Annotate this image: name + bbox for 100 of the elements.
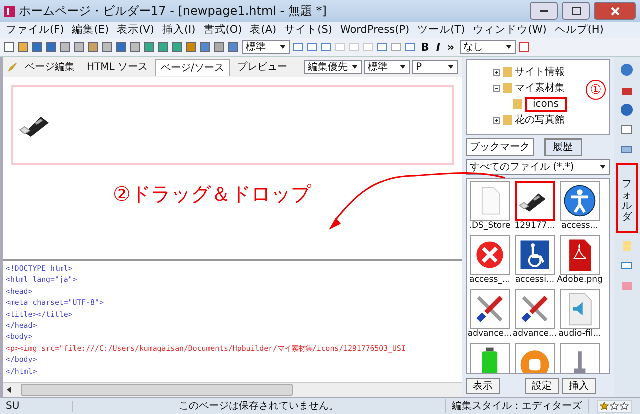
collapse-icon[interactable] [493, 84, 500, 92]
wrench-screwdriver-icon [522, 296, 548, 322]
toolbar-icon[interactable] [60, 42, 71, 52]
caret-icon [600, 165, 606, 169]
toolbar-icon[interactable] [228, 42, 239, 52]
wheelchair-sign-icon [520, 240, 550, 270]
maximize-button[interactable] [562, 2, 590, 20]
editor-select[interactable]: 標準 [364, 60, 410, 74]
status-message: このページは保存されていません。 [73, 399, 446, 413]
folder-side-tab[interactable]: フォルダ [616, 163, 638, 233]
toolbar-icon[interactable] [46, 42, 57, 52]
caret-icon [400, 65, 406, 69]
app-icon [4, 6, 15, 16]
toolbar-icon[interactable] [293, 42, 304, 52]
file-name: access_... [470, 275, 510, 287]
editor-select[interactable]: P [412, 60, 458, 74]
status-edit-style: 編集スタイル：エディターズ [446, 399, 589, 413]
file-name: access... [562, 221, 598, 233]
menu-item[interactable]: 表示(V) [117, 23, 154, 37]
tree-item[interactable]: サイト情報 [515, 65, 565, 79]
wrench-screwdriver-icon [476, 296, 504, 322]
status-mode: SU [0, 400, 73, 412]
editor-tab[interactable]: ページ/ソース [155, 58, 230, 76]
panel-tab[interactable]: 履歴 [544, 138, 582, 156]
toolbar-icon[interactable] [74, 42, 85, 52]
menu-item[interactable]: 編集(E) [72, 23, 110, 37]
toolbar-icon[interactable] [200, 42, 211, 52]
toolbar-icon[interactable] [321, 42, 332, 52]
file-thumbnail[interactable] [470, 343, 510, 373]
file-thumbnail[interactable] [515, 289, 555, 329]
toolbar-icon[interactable] [377, 42, 388, 52]
file-thumbnail[interactable] [470, 235, 510, 275]
panel-tab[interactable]: ブックマーク [466, 138, 534, 156]
toolbar-icon[interactable] [518, 42, 530, 52]
editor-select[interactable]: 編集優先 [304, 60, 362, 74]
format-button[interactable]: B [419, 40, 432, 54]
menu-item[interactable]: ウィンドウ(W) [473, 23, 547, 37]
editor-tab[interactable]: プレビュー [232, 59, 292, 75]
pencil-icon [7, 62, 18, 72]
file-name: advance... [512, 329, 558, 341]
menu-item[interactable]: ファイル(F) [6, 23, 64, 37]
tree-item[interactable]: icons [525, 96, 567, 112]
annotation-label: ②ドラッグ＆ドロップ [113, 181, 311, 208]
tree-item[interactable]: 花の写真館 [515, 113, 565, 127]
close-button[interactable] [594, 2, 636, 20]
close-icon [610, 6, 620, 16]
class-select[interactable]: なし [460, 40, 516, 54]
menu-item[interactable]: ツール(T) [418, 23, 466, 37]
panel-button[interactable]: 挿入 [562, 378, 596, 394]
usb-drive-icon [19, 117, 49, 137]
toolbar-icon[interactable] [130, 42, 141, 52]
format-button[interactable]: » [445, 40, 457, 54]
menu-item[interactable]: ヘルプ(H) [554, 23, 604, 37]
menu-item[interactable]: サイト(S) [284, 23, 332, 37]
file-thumbnail[interactable] [560, 343, 600, 373]
file-thumbnail[interactable] [560, 235, 600, 275]
file-thumbnail[interactable] [470, 181, 510, 221]
editor-tab[interactable]: ページ編集 [20, 59, 80, 75]
panel-button[interactable]: 設定 [525, 378, 559, 394]
panel-button[interactable]: 表示 [466, 378, 500, 394]
toolbar-icon[interactable] [214, 42, 225, 52]
menu-item[interactable]: 挿入(I) [162, 23, 196, 37]
toolbar-icon[interactable] [18, 42, 29, 52]
toolbar-icon[interactable] [144, 42, 155, 52]
expand-icon[interactable] [493, 116, 500, 124]
usb-drive-icon [518, 194, 546, 212]
toolbar-icon[interactable] [307, 42, 318, 52]
toolbar-icon[interactable] [102, 42, 113, 52]
scroll-left-icon[interactable] [7, 387, 11, 393]
file-thumbnail[interactable] [470, 289, 510, 329]
caret-icon [280, 45, 286, 49]
tree-item[interactable]: マイ素材集 [515, 81, 565, 95]
file-thumbnail[interactable] [560, 181, 600, 221]
speaker-file-icon [569, 293, 592, 326]
file-filter-select[interactable]: すべてのファイル (*.*) [466, 159, 610, 175]
toolbar-icon[interactable] [172, 42, 183, 52]
minimize-button[interactable] [530, 2, 558, 20]
toolbar-icon[interactable] [186, 42, 197, 52]
toolbar-icon[interactable] [158, 42, 169, 52]
format-button[interactable]: I [434, 40, 442, 54]
style-select[interactable]: 標準 [242, 40, 290, 54]
toolbar-icon[interactable] [4, 42, 15, 52]
file-name: 129177... [514, 221, 556, 233]
menu-item[interactable]: WordPress(P) [340, 24, 410, 36]
cross-circle-icon [476, 242, 504, 268]
file-thumbnail[interactable] [515, 181, 555, 221]
expand-icon[interactable] [493, 68, 500, 76]
annotation-circle: ① [586, 80, 606, 100]
menu-item[interactable]: 書式(O) [204, 23, 242, 37]
toolbar-icon[interactable] [116, 42, 127, 52]
scrollbar-thumb[interactable] [21, 384, 293, 396]
caret-icon [506, 45, 512, 49]
file-thumbnail[interactable] [560, 289, 600, 329]
menu-item[interactable]: 表(A) [250, 23, 277, 37]
file-thumbnail[interactable] [515, 343, 555, 373]
editor-tab[interactable]: HTML ソース [82, 59, 154, 75]
toolbar-icon[interactable] [88, 42, 99, 52]
file-thumbnail[interactable] [515, 235, 555, 275]
toolbar-icon[interactable] [405, 42, 416, 52]
toolbar-icon[interactable] [32, 42, 43, 52]
